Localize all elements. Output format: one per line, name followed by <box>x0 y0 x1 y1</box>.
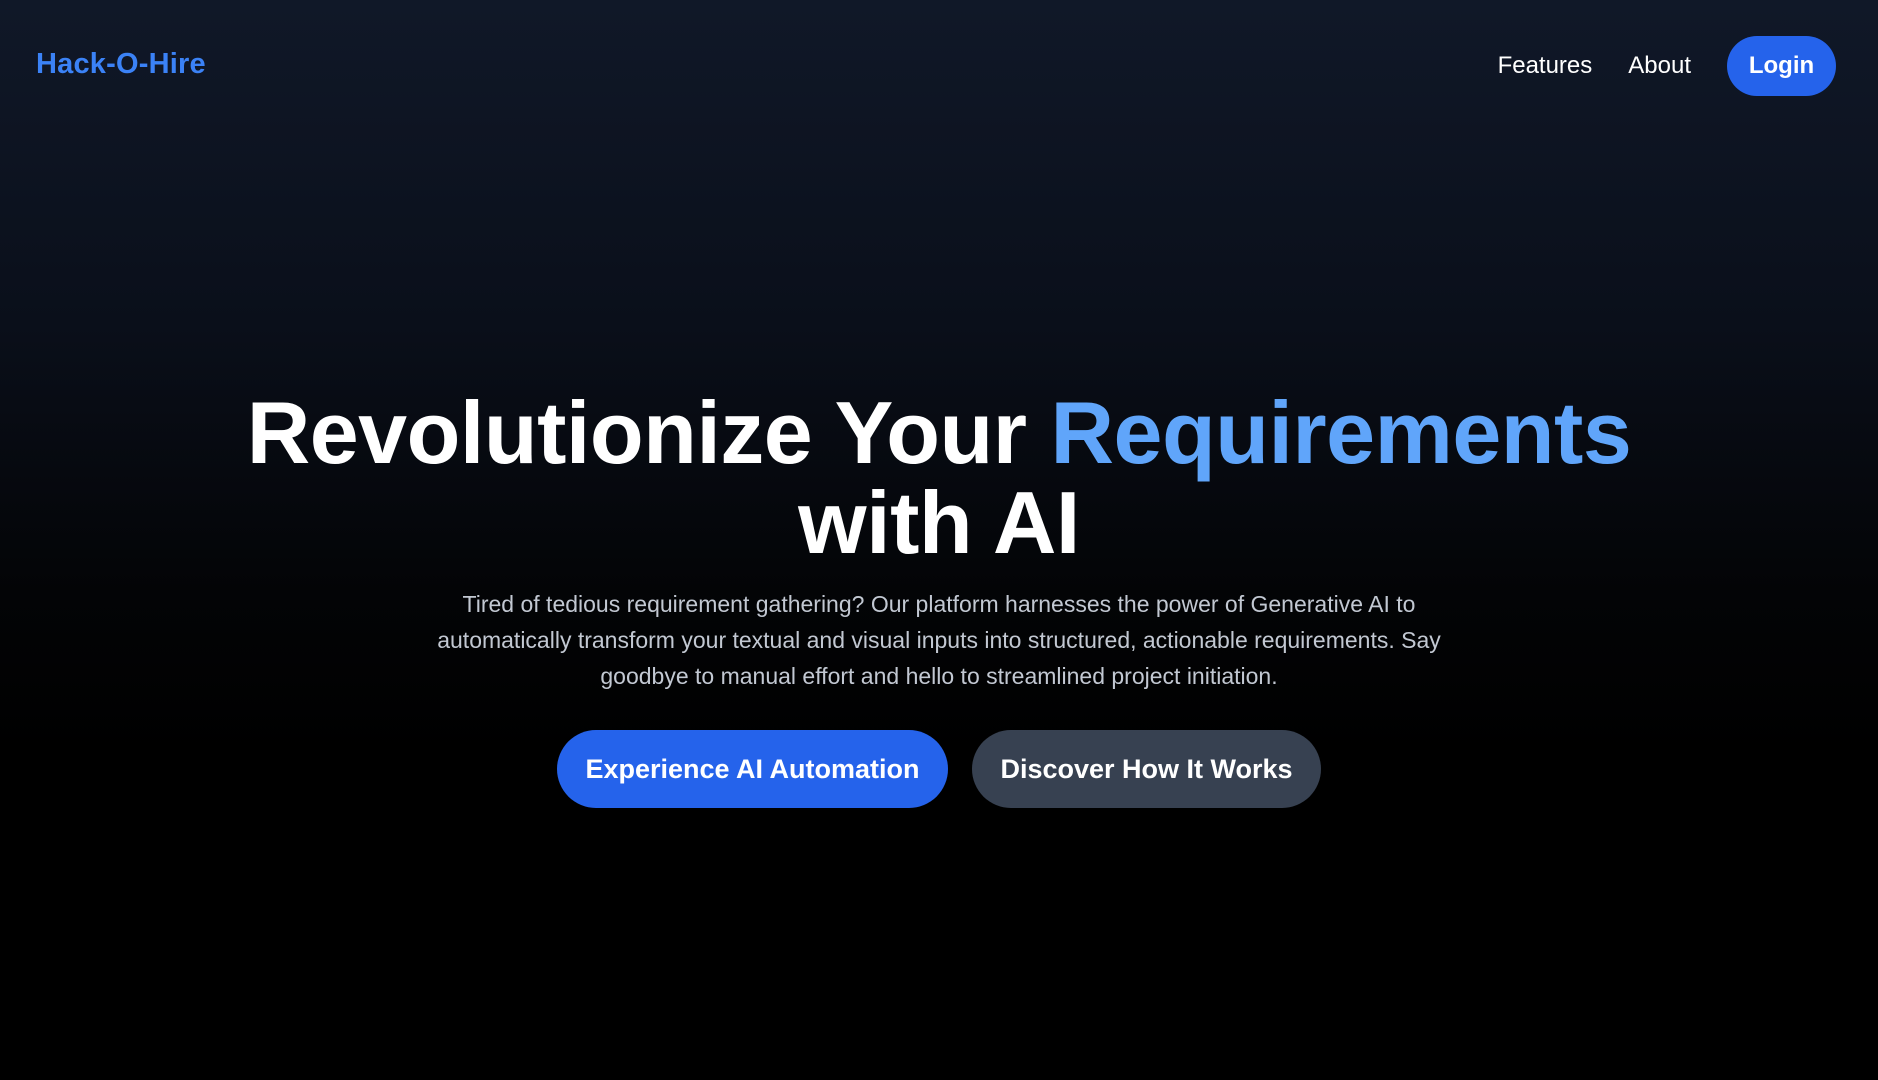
hero-title: Revolutionize Your Requirements with AI <box>0 388 1878 568</box>
navbar: Hack-O-Hire Features About Login <box>0 0 1878 134</box>
nav-link-features[interactable]: Features <box>1498 52 1593 80</box>
hero-section: Revolutionize Your Requirements with AI … <box>0 388 1878 808</box>
nav-links: Features About Login <box>1498 36 1836 96</box>
hero-description: Tired of tedious requirement gathering? … <box>437 591 1441 689</box>
cta-row: Experience AI Automation Discover How It… <box>0 730 1878 808</box>
brand-logo[interactable]: Hack-O-Hire <box>36 48 206 81</box>
hero-title-accent: Requirements <box>1050 383 1632 482</box>
hero-title-part2: with AI <box>798 473 1080 572</box>
login-button[interactable]: Login <box>1727 36 1836 96</box>
experience-ai-button[interactable]: Experience AI Automation <box>557 730 948 808</box>
discover-how-button[interactable]: Discover How It Works <box>972 730 1321 808</box>
hero-title-part1: Revolutionize Your <box>246 383 1051 482</box>
nav-link-about[interactable]: About <box>1628 52 1691 80</box>
